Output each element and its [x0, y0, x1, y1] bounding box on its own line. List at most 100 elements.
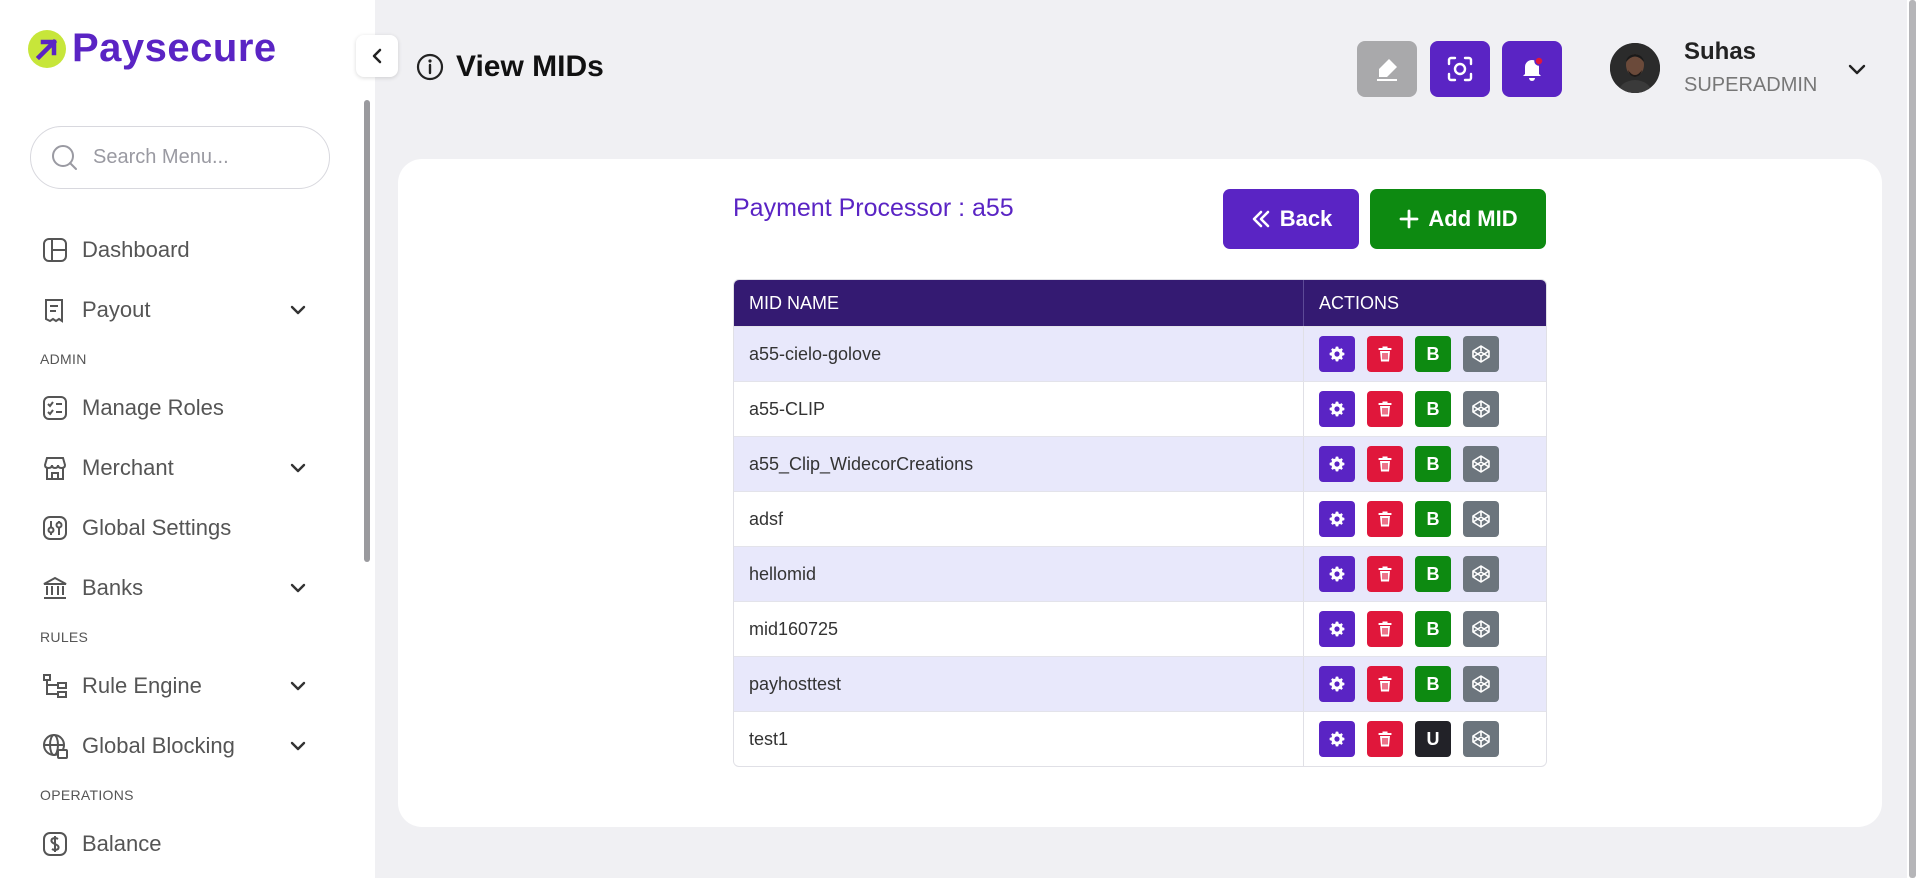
sidebar-item-banks[interactable]: Banks — [40, 558, 310, 618]
bank-icon — [40, 573, 70, 603]
codepen-button[interactable] — [1463, 501, 1499, 537]
delete-button[interactable] — [1367, 391, 1403, 427]
sidebar-item-balance[interactable]: Balance — [40, 814, 310, 874]
sidebar-item-merchant[interactable]: Merchant — [40, 438, 310, 498]
sidebar-item-rule-engine[interactable]: Rule Engine — [40, 656, 310, 716]
status-toggle-button[interactable]: B — [1415, 391, 1451, 427]
trash-icon — [1378, 731, 1392, 747]
sidebar-item-global-settings[interactable]: Global Settings — [40, 498, 310, 558]
table-row: a55-cielo-golove B — [734, 326, 1546, 381]
dashboard-icon — [40, 235, 70, 265]
mid-card: Payment Processor : a55 Back Add MID MID… — [398, 159, 1882, 827]
settings-button[interactable] — [1319, 501, 1355, 537]
sidebar-item-payout[interactable]: Payout — [40, 280, 310, 340]
codepen-icon — [1472, 730, 1490, 748]
trash-icon — [1378, 621, 1392, 637]
chevron-down-icon[interactable] — [286, 674, 310, 698]
clear-cache-button[interactable] — [1357, 41, 1417, 97]
gear-icon — [1329, 346, 1345, 362]
trash-icon — [1378, 566, 1392, 582]
sidebar-item-label: Banks — [82, 575, 144, 600]
delete-button[interactable] — [1367, 501, 1403, 537]
codepen-button[interactable] — [1463, 721, 1499, 757]
sidebar-item-label: Balance — [82, 831, 162, 856]
sidebar: Paysecure Dashboard Payout ADMIN Manage Rol… — [0, 0, 375, 878]
codepen-button[interactable] — [1463, 391, 1499, 427]
screenshot-button[interactable] — [1430, 41, 1490, 97]
chevron-down-icon[interactable] — [286, 298, 310, 322]
codepen-button[interactable] — [1463, 611, 1499, 647]
codepen-button[interactable] — [1463, 446, 1499, 482]
codepen-button[interactable] — [1463, 556, 1499, 592]
sidebar-item-label: Payout — [82, 297, 151, 322]
brand-logo[interactable]: Paysecure — [28, 26, 277, 71]
mid-name-cell: payhosttest — [734, 657, 1304, 711]
settings-button[interactable] — [1319, 666, 1355, 702]
sidebar-scrollbar[interactable] — [364, 100, 370, 562]
mid-name-cell: test1 — [734, 712, 1304, 766]
codepen-icon — [1472, 510, 1490, 528]
column-header-mid-name: MID NAME — [734, 280, 1304, 326]
settings-button[interactable] — [1319, 721, 1355, 757]
notifications-button[interactable] — [1502, 41, 1562, 97]
status-toggle-button[interactable]: B — [1415, 556, 1451, 592]
column-header-actions: ACTIONS — [1319, 292, 1400, 313]
delete-button[interactable] — [1367, 721, 1403, 757]
chevron-down-icon[interactable] — [286, 576, 310, 600]
delete-button[interactable] — [1367, 446, 1403, 482]
status-toggle-button[interactable]: B — [1415, 501, 1451, 537]
delete-button[interactable] — [1367, 336, 1403, 372]
add-mid-button[interactable]: Add MID — [1370, 189, 1546, 249]
status-toggle-button[interactable]: B — [1415, 611, 1451, 647]
table-row: adsf B — [734, 491, 1546, 546]
sidebar-item-label: Rule Engine — [82, 673, 202, 698]
collapse-sidebar-button[interactable] — [356, 35, 398, 77]
status-toggle-button[interactable]: U — [1415, 721, 1451, 757]
mid-name-cell: adsf — [734, 492, 1304, 546]
avatar — [1610, 42, 1660, 93]
gear-icon — [1329, 456, 1345, 472]
settings-button[interactable] — [1319, 611, 1355, 647]
delete-button[interactable] — [1367, 666, 1403, 702]
delete-button[interactable] — [1367, 556, 1403, 592]
info-icon[interactable] — [416, 53, 444, 81]
mid-name-cell: mid160725 — [734, 602, 1304, 656]
chevron-down-icon[interactable] — [286, 734, 310, 758]
table-row: payhosttest B — [734, 656, 1546, 711]
search-menu[interactable] — [30, 126, 330, 189]
store-icon — [40, 453, 70, 483]
search-input[interactable] — [93, 146, 313, 169]
settings-button[interactable] — [1319, 391, 1355, 427]
trash-icon — [1378, 346, 1392, 362]
status-toggle-button[interactable]: B — [1415, 336, 1451, 372]
codepen-button[interactable] — [1463, 336, 1499, 372]
table-header: MID NAME ACTIONS — [734, 280, 1546, 326]
user-menu[interactable]: Suhas SUPERADMIN — [1610, 38, 1817, 97]
payment-processor-label: Payment Processor : a55 — [733, 194, 1014, 222]
settings-button[interactable] — [1319, 556, 1355, 592]
trash-icon — [1378, 511, 1392, 527]
sidebar-item-global-blocking[interactable]: Global Blocking — [40, 716, 310, 776]
page-title: View MIDs — [416, 50, 604, 84]
clear-cache-icon — [1377, 59, 1397, 81]
page-scrollbar[interactable] — [1907, 0, 1920, 878]
chevron-down-icon[interactable] — [286, 456, 310, 480]
codepen-button[interactable] — [1463, 666, 1499, 702]
codepen-icon — [1472, 620, 1490, 638]
hierarchy-icon — [40, 671, 70, 701]
actions-cell: U — [1304, 712, 1546, 766]
settings-button[interactable] — [1319, 446, 1355, 482]
back-button[interactable]: Back — [1223, 189, 1359, 249]
checklist-icon — [40, 393, 70, 423]
codepen-icon — [1472, 455, 1490, 473]
codepen-icon — [1472, 675, 1490, 693]
delete-button[interactable] — [1367, 611, 1403, 647]
status-toggle-button[interactable]: B — [1415, 446, 1451, 482]
status-toggle-button[interactable]: B — [1415, 666, 1451, 702]
chevron-down-icon[interactable] — [1845, 57, 1869, 81]
settings-button[interactable] — [1319, 336, 1355, 372]
sidebar-item-manage-roles[interactable]: Manage Roles — [40, 378, 310, 438]
trash-icon — [1378, 676, 1392, 692]
gear-icon — [1329, 621, 1345, 637]
sidebar-item-dashboard[interactable]: Dashboard — [40, 220, 310, 280]
